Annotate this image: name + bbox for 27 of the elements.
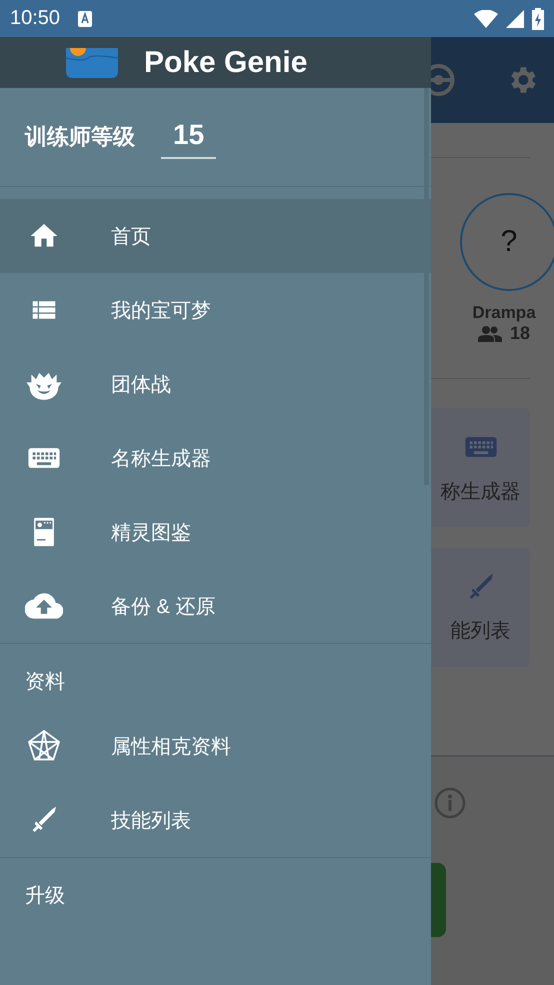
wifi-icon: [474, 10, 498, 28]
drawer-item[interactable]: 我的宝可梦: [0, 273, 431, 347]
scrollbar[interactable]: [424, 88, 429, 485]
battery-icon: [532, 8, 544, 30]
raid-count: 18: [510, 323, 530, 344]
status-time: 10:50: [10, 7, 60, 30]
app-name: Poke Genie: [144, 46, 308, 80]
question-mark: ?: [500, 225, 518, 259]
trainer-level-field[interactable]: 15: [161, 115, 216, 159]
drawer-item[interactable]: 属性相克资料: [0, 709, 431, 783]
card-label: 能列表: [450, 619, 510, 644]
drawer-item[interactable]: 精灵图鉴: [0, 495, 431, 569]
drawer-item[interactable]: 首页: [0, 199, 431, 273]
keyboard-notification-icon: [78, 10, 92, 26]
drawer-item[interactable]: 团体战: [0, 347, 431, 421]
drawer-item[interactable]: 名称生成器: [0, 421, 431, 495]
drawer-item[interactable]: 备份 & 还原: [0, 569, 431, 643]
info-icon: [434, 787, 466, 819]
people-icon: [478, 326, 502, 342]
signal-icon: [506, 10, 524, 28]
section-header: 资料: [24, 670, 66, 695]
app-logo-icon: [66, 48, 118, 78]
section-header: 升级: [24, 884, 66, 909]
trainer-level-label: 训练师等级: [25, 123, 135, 151]
pokemon-name: Drampa: [472, 303, 536, 323]
card-label: 称生成器: [440, 480, 520, 505]
drawer-item[interactable]: 技能列表: [0, 783, 431, 857]
